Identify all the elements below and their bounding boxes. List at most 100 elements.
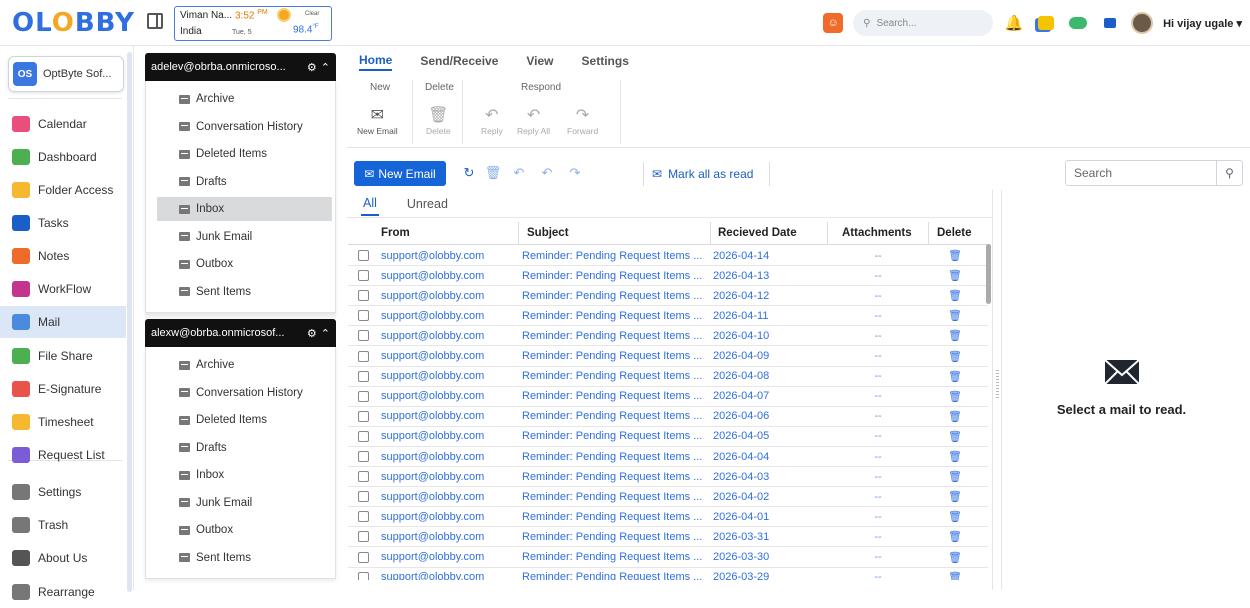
reply-all-icon[interactable]: ↶ [537,163,557,183]
checkbox[interactable] [358,330,369,342]
new-email-button[interactable]: ✉ New Email [354,161,446,186]
checkbox[interactable] [358,551,369,563]
folder-conversation-history[interactable]: Conversation History [157,381,332,405]
delete-icon[interactable]: 🗑 [929,467,981,486]
ribbon-new-email-button[interactable]: ✉ New Email [357,106,398,136]
mail-search-input[interactable]: Search ⚲ [1065,160,1243,186]
table-scrollbar[interactable] [986,244,991,304]
gear-icon[interactable]: ⚙ [307,61,317,74]
mail-from[interactable]: support@olobby.com [381,246,521,265]
tab-view[interactable]: View [526,52,553,70]
mail-from[interactable]: support@olobby.com [381,306,521,325]
row-checkbox[interactable] [358,367,369,386]
delete-icon[interactable]: 🗑 [929,568,981,580]
checkbox[interactable] [358,491,369,503]
mail-subject[interactable]: Reminder: Pending Request Items ... [522,447,710,466]
user-menu[interactable]: Hi vijay ugale ▾ [1163,17,1242,30]
mail-from[interactable]: support@olobby.com [381,427,521,446]
reply-icon[interactable]: ↶ [509,163,529,183]
avatar[interactable] [1131,12,1154,34]
mail-subject[interactable]: Reminder: Pending Request Items ... [522,487,710,506]
sidebar-item-file-share[interactable]: File Share [0,340,126,372]
table-row[interactable]: support@olobby.com Reminder: Pending Requ… [348,467,988,488]
sidebar-item-notes[interactable]: Notes [0,240,126,272]
mail-from[interactable]: support@olobby.com [381,467,521,486]
mail-subject[interactable]: Reminder: Pending Request Items ... [522,568,710,580]
checkbox[interactable] [358,350,369,362]
table-row[interactable]: support@olobby.com Reminder: Pending Requ… [348,266,988,287]
delete-icon[interactable]: 🗑 [929,507,981,526]
folder-junk-email[interactable]: Junk Email [157,225,332,249]
mail-subject[interactable]: Reminder: Pending Request Items ... [522,507,710,526]
sidebar-item-calendar[interactable]: Calendar [0,108,126,140]
checkbox[interactable] [358,270,369,282]
mail-from[interactable]: support@olobby.com [381,548,521,567]
table-row[interactable]: support@olobby.com Reminder: Pending Requ… [348,326,988,347]
account-header[interactable]: adelev@obrba.onmicroso... ⚙ ⌃ [145,53,336,81]
checkbox[interactable] [358,390,369,402]
folder-inbox[interactable]: Inbox [157,197,332,221]
mail-from[interactable]: support@olobby.com [381,266,521,285]
table-row[interactable]: support@olobby.com Reminder: Pending Requ… [348,487,988,508]
account-header[interactable]: alexw@obrba.onmicrosof... ⚙ ⌃ [145,319,336,347]
checkbox[interactable] [358,451,369,462]
folder-inbox[interactable]: Inbox [157,463,332,487]
video-call-icon[interactable] [1099,13,1121,33]
mail-subject[interactable]: Reminder: Pending Request Items ... [522,286,710,305]
row-checkbox[interactable] [358,507,369,526]
delete-icon[interactable]: 🗑 [929,266,981,285]
mail-subject[interactable]: Reminder: Pending Request Items ... [522,367,710,386]
organization-switcher[interactable]: OS OptByte Sof... [8,56,124,92]
search-icon[interactable]: ⚲ [1216,161,1242,185]
table-row[interactable]: support@olobby.com Reminder: Pending Requ… [348,306,988,327]
tab-home[interactable]: Home [359,51,393,71]
folder-deleted-items[interactable]: Deleted Items [157,142,332,166]
checkbox[interactable] [358,511,369,523]
row-checkbox[interactable] [358,447,369,466]
delete-icon[interactable]: 🗑 [929,286,981,305]
table-row[interactable]: support@olobby.com Reminder: Pending Requ… [348,407,988,427]
row-checkbox[interactable] [358,487,369,506]
table-row[interactable]: support@olobby.com Reminder: Pending Requ… [348,427,988,447]
mail-from[interactable]: support@olobby.com [381,407,521,426]
mail-subject[interactable]: Reminder: Pending Request Items ... [522,427,710,446]
ribbon-reply-button[interactable]: ↶ Reply [481,106,503,136]
global-search-input[interactable]: ⚲ Search... [853,10,994,36]
chat-icon[interactable] [1067,13,1089,33]
folder-drafts[interactable]: Drafts [157,170,332,194]
sidebar-item-dashboard[interactable]: Dashboard [0,141,126,173]
mail-subject[interactable]: Reminder: Pending Request Items ... [522,548,710,567]
mail-from[interactable]: support@olobby.com [381,487,521,506]
olobby-logo[interactable]: OLOBBY [12,8,135,38]
row-checkbox[interactable] [358,467,369,486]
table-row[interactable]: support@olobby.com Reminder: Pending Requ… [348,548,988,568]
sidebar-item-request-list[interactable]: Request List [0,439,126,471]
table-row[interactable]: support@olobby.com Reminder: Pending Requ… [348,527,988,548]
delete-icon[interactable]: 🗑 [929,527,981,546]
folder-outbox[interactable]: Outbox [157,518,332,542]
sidebar-item-tasks[interactable]: Tasks [0,207,126,239]
chevron-up-icon[interactable]: ⌃ [321,61,330,74]
ribbon-reply-all-button[interactable]: ↶ Reply All [517,106,550,136]
folder-sent-items[interactable]: Sent Items [157,546,332,570]
delete-icon[interactable]: 🗑 [929,387,981,406]
folder-deleted-items[interactable]: Deleted Items [157,408,332,432]
mail-subject[interactable]: Reminder: Pending Request Items ... [522,467,710,486]
column-header-received-date[interactable]: Recieved Date [718,222,797,244]
delete-icon[interactable]: 🗑 [929,306,981,325]
delete-icon[interactable]: 🗑 [929,407,981,426]
sidebar-toggle-icon[interactable] [147,13,163,29]
sidebar-item-workflow[interactable]: WorkFlow [0,273,126,305]
row-checkbox[interactable] [358,306,369,325]
mail-subject[interactable]: Reminder: Pending Request Items ... [522,306,710,325]
mail-from[interactable]: support@olobby.com [381,286,521,305]
checkbox[interactable] [358,250,369,261]
row-checkbox[interactable] [358,527,369,546]
mail-subject[interactable]: Reminder: Pending Request Items ... [522,246,710,265]
delete-icon[interactable]: 🗑 [929,246,981,265]
row-checkbox[interactable] [358,347,369,366]
mail-from[interactable]: support@olobby.com [381,326,521,345]
checkbox[interactable] [358,370,369,382]
checkbox[interactable] [358,310,369,322]
tab-all[interactable]: All [361,192,379,216]
